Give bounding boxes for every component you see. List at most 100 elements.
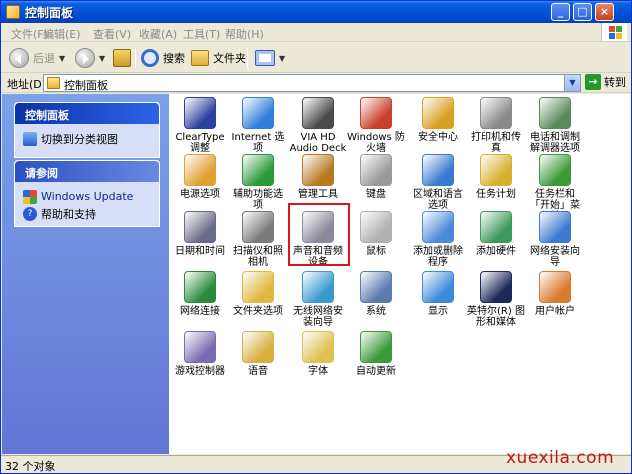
- system-icon: [360, 271, 392, 303]
- close-button[interactable]: ×: [595, 3, 614, 21]
- firewall-icon: [360, 97, 392, 129]
- item-label: 语音: [248, 366, 268, 377]
- control-panel-item[interactable]: 任务栏和「开始」菜单: [526, 154, 584, 222]
- control-panel-item[interactable]: 扫描仪和照相机: [229, 211, 287, 271]
- control-panel-item[interactable]: 电话和调制解调器选项: [526, 97, 584, 157]
- item-label: 自动更新: [356, 366, 396, 377]
- item-label: 系统: [366, 306, 386, 317]
- menu-help[interactable]: 帮助(H): [225, 26, 264, 42]
- user-accounts-icon: [539, 271, 571, 303]
- go-button[interactable]: → 转到: [585, 74, 626, 90]
- control-panel-item[interactable]: Windows 防火墙: [347, 97, 405, 157]
- fonts-icon: [302, 331, 334, 363]
- control-panel-item[interactable]: 自动更新: [347, 331, 405, 391]
- panel-header[interactable]: 控制面板: [15, 103, 159, 124]
- control-panel-item[interactable]: 网络安装向导: [526, 211, 584, 271]
- address-input[interactable]: 控制面板 ▼: [43, 74, 581, 92]
- display-icon: [422, 271, 454, 303]
- windows-update-link[interactable]: Windows Update: [23, 188, 159, 205]
- folder-icon: [191, 50, 209, 66]
- forward-button[interactable]: ▼: [75, 46, 105, 70]
- chevron-down-icon[interactable]: ▼: [99, 54, 105, 63]
- item-label: 网络安装向导: [530, 246, 580, 268]
- panel-title: 请参阅: [25, 167, 58, 180]
- menu-tools[interactable]: 工具(T): [183, 26, 220, 42]
- go-arrow-icon: →: [585, 74, 601, 90]
- address-label: 地址(D): [7, 78, 47, 91]
- help-support-link[interactable]: ? 帮助和支持: [23, 205, 159, 222]
- chevron-down-icon[interactable]: ▼: [59, 54, 65, 63]
- network-connections-icon: [184, 271, 216, 303]
- chevron-down-icon[interactable]: ▼: [564, 75, 580, 91]
- item-label: 网络连接: [180, 306, 220, 317]
- control-panel-window: 控制面板 _ □ × 文件(F) 编辑(E) 查看(V) 收藏(A) 工具(T)…: [0, 0, 632, 474]
- control-panel-item[interactable]: 用户帐户: [526, 271, 584, 331]
- control-panel-item[interactable]: Internet 选项: [229, 97, 287, 157]
- control-panel-item[interactable]: 英特尔(R) 图形和媒体: [467, 271, 525, 331]
- item-label: 电源选项: [180, 189, 220, 200]
- item-label: 辅助功能选项: [233, 189, 283, 211]
- control-panel-item[interactable]: ClearType 调整: [171, 97, 229, 157]
- item-label: Windows 防火墙: [347, 132, 405, 154]
- taskbar-start-icon: [539, 154, 571, 186]
- game-controller-icon: [184, 331, 216, 363]
- control-panel-item[interactable]: 系统: [347, 271, 405, 331]
- control-panel-item[interactable]: 鼠标: [347, 211, 405, 271]
- title-bar[interactable]: 控制面板 _ □ ×: [1, 1, 631, 23]
- control-panel-item[interactable]: 添加或删除程序: [409, 211, 467, 271]
- control-panel-item[interactable]: 显示: [409, 271, 467, 331]
- item-label: 电话和调制解调器选项: [530, 132, 580, 154]
- minimize-button[interactable]: _: [551, 3, 570, 21]
- category-view-icon: [23, 131, 37, 146]
- control-panel-item[interactable]: 日期和时间: [171, 211, 229, 271]
- region-language-icon: [422, 154, 454, 186]
- control-panel-item[interactable]: 辅助功能选项: [229, 154, 287, 214]
- views-button[interactable]: ▼: [255, 46, 285, 70]
- mouse-icon: [360, 211, 392, 243]
- search-button[interactable]: 搜索: [141, 46, 185, 70]
- back-button[interactable]: 后退 ▼: [9, 46, 65, 70]
- wireless-setup-icon: [302, 271, 334, 303]
- search-label: 搜索: [163, 52, 185, 65]
- keyboard-icon: [360, 154, 392, 186]
- control-panel-item[interactable]: 电源选项: [171, 154, 229, 214]
- control-panel-item[interactable]: 游戏控制器: [171, 331, 229, 391]
- item-label: 扫描仪和照相机: [233, 246, 283, 268]
- chevron-down-icon[interactable]: ▼: [279, 54, 285, 63]
- maximize-button[interactable]: □: [573, 3, 592, 21]
- menu-edit[interactable]: 编辑(E): [43, 26, 81, 42]
- windows-update-label: Windows Update: [41, 190, 134, 203]
- control-panel-item[interactable]: 键盘: [347, 154, 405, 214]
- menu-view[interactable]: 查看(V): [93, 26, 131, 42]
- item-label: 打印机和传真: [471, 132, 521, 154]
- item-label: 显示: [428, 306, 448, 317]
- help-support-label: 帮助和支持: [41, 207, 96, 221]
- control-panel-item[interactable]: 任务计划: [467, 154, 525, 214]
- control-panel-item[interactable]: 无线网络安装向导: [289, 271, 347, 331]
- control-panel-item[interactable]: 文件夹选项: [229, 271, 287, 331]
- switch-category-view-link[interactable]: 切换到分类视图: [23, 130, 159, 147]
- item-label: 日期和时间: [175, 246, 225, 257]
- panel-header[interactable]: 请参阅: [15, 161, 159, 182]
- control-panel-item[interactable]: 网络连接: [171, 271, 229, 331]
- control-panel-item[interactable]: 语音: [229, 331, 287, 391]
- up-folder-button[interactable]: [113, 46, 131, 70]
- control-panel-item[interactable]: VIA HD Audio Deck: [289, 97, 347, 157]
- control-panel-item[interactable]: 区域和语言选项: [409, 154, 467, 214]
- item-label: 字体: [308, 366, 328, 377]
- item-label: 英特尔(R) 图形和媒体: [467, 306, 525, 328]
- item-label: 区域和语言选项: [413, 189, 463, 211]
- menu-favorites[interactable]: 收藏(A): [139, 26, 177, 42]
- control-panel-item[interactable]: 安全中心: [409, 97, 467, 157]
- control-panel-item[interactable]: 打印机和传真: [467, 97, 525, 157]
- add-hardware-icon: [480, 211, 512, 243]
- toolbar: 后退 ▼ ▼ 搜索 文件夹 ▼: [1, 43, 631, 73]
- folders-button[interactable]: 文件夹: [191, 46, 246, 70]
- item-label: 任务计划: [476, 189, 516, 200]
- control-panel-item[interactable]: 添加硬件: [467, 211, 525, 271]
- phone-modem-icon: [539, 97, 571, 129]
- cleartype-icon: [184, 97, 216, 129]
- menu-bar: 文件(F) 编辑(E) 查看(V) 收藏(A) 工具(T) 帮助(H): [1, 23, 631, 42]
- item-label: 无线网络安装向导: [293, 306, 343, 328]
- control-panel-item[interactable]: 字体: [289, 331, 347, 391]
